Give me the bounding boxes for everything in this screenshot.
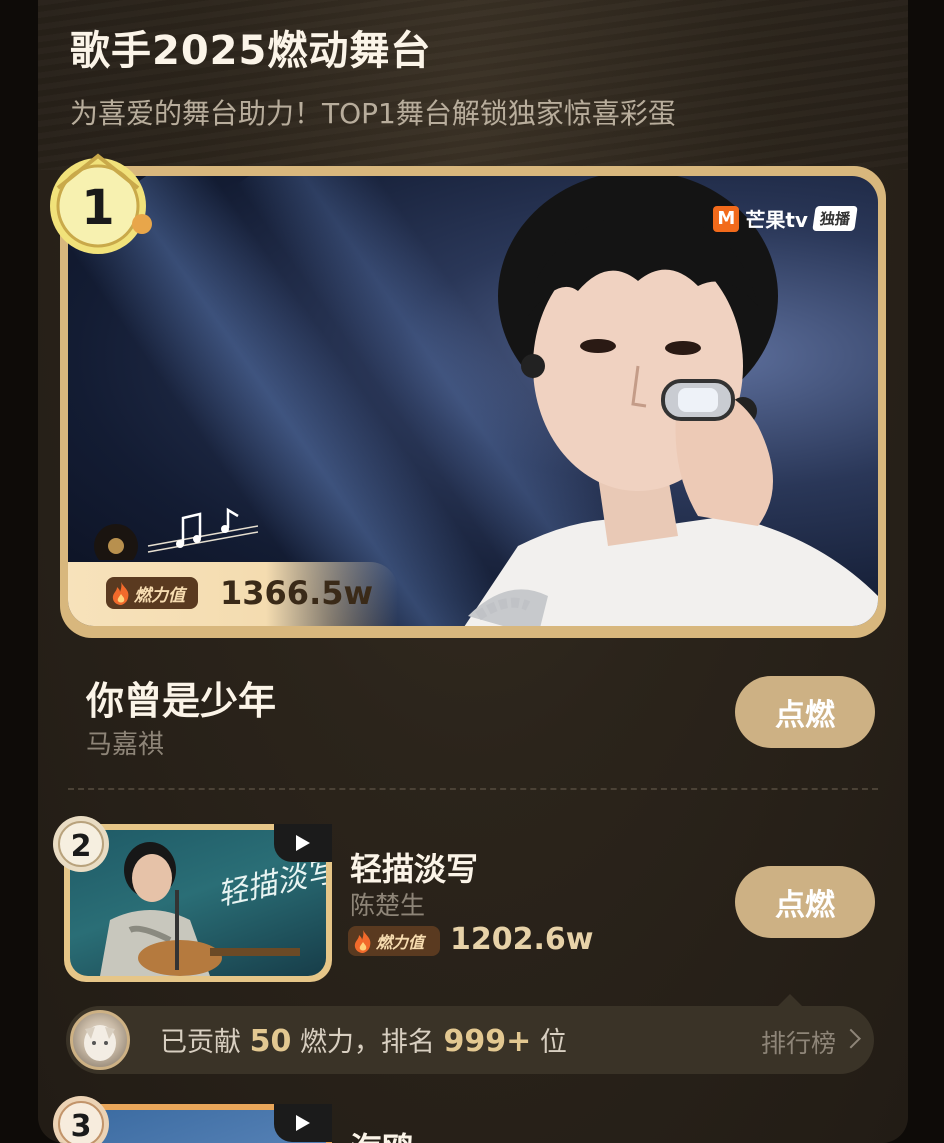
leaderboard-link[interactable]: 排行榜	[761, 1024, 836, 1060]
play-icon[interactable]	[274, 1104, 332, 1142]
artist-2: 陈楚生	[350, 891, 426, 920]
svg-text:3: 3	[71, 1109, 92, 1143]
score-label-badge: 燃力值	[106, 577, 198, 609]
rank-1-medal-icon: 1	[50, 153, 152, 254]
singer-illustration	[464, 176, 878, 626]
flame-icon	[112, 582, 129, 605]
page-title: 歌手2025燃动舞台	[70, 28, 432, 74]
svg-text:2: 2	[71, 829, 92, 864]
flame-icon	[354, 930, 371, 953]
play-icon[interactable]	[274, 824, 332, 862]
contribution-text: 已贡献 50 燃力，排名 999+ 位	[160, 1024, 567, 1059]
score-label-badge-2: 燃力值	[348, 926, 440, 956]
featured-song-title[interactable]: 你曾是少年	[86, 670, 276, 725]
channel-watermark: M 芒果tv 独播	[713, 204, 858, 233]
contribution-bar[interactable]: 已贡献 50 燃力，排名 999+ 位 排行榜	[66, 1006, 874, 1074]
ignite-button-1[interactable]: 点燃	[735, 676, 875, 748]
featured-score: 1366.5w	[220, 574, 374, 612]
score-2: 1202.6w	[450, 922, 594, 957]
divider	[68, 788, 878, 790]
song-title-2[interactable]: 轻描淡写	[350, 844, 478, 890]
mango-logo-icon: M	[713, 205, 740, 232]
music-notes-icon	[94, 507, 258, 560]
song-title-3[interactable]: 海鸥	[350, 1124, 414, 1143]
featured-artist: 马嘉祺	[86, 730, 165, 760]
avatar[interactable]	[70, 1010, 130, 1070]
contribution-rank: 999+	[443, 1024, 532, 1059]
page-subtitle: 为喜爱的舞台助力！TOP1舞台解锁独家惊喜彩蛋	[70, 97, 676, 130]
ignite-button-2[interactable]: 点燃	[735, 866, 875, 938]
featured-score-bar: 燃力值 1366.5w	[68, 562, 398, 626]
rank-3-medal-icon: 3	[53, 1096, 109, 1143]
featured-stage-image[interactable]: M 芒果tv 独播 燃力值 1366.5w	[68, 176, 878, 626]
chevron-right-icon	[841, 1028, 861, 1049]
featured-stage-card[interactable]: M 芒果tv 独播 燃力值 1366.5w	[60, 166, 886, 638]
svg-text:1: 1	[81, 180, 114, 236]
rank-2-medal-icon: 2	[53, 816, 109, 872]
stage-ranking-panel: 歌手2025燃动舞台 为喜爱的舞台助力！TOP1舞台解锁独家惊喜彩蛋 M 芒果t…	[38, 0, 908, 1143]
contribution-amount: 50	[249, 1024, 292, 1059]
